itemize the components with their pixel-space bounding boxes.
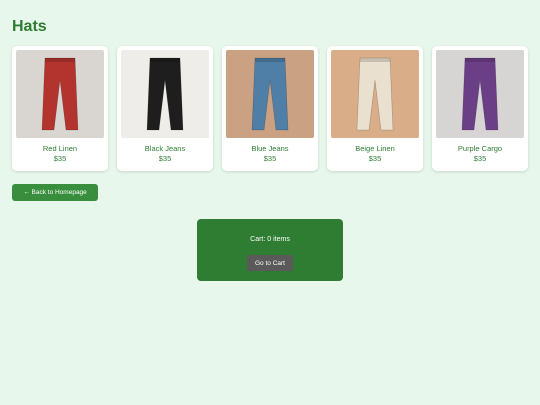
product-price: $35 bbox=[158, 154, 172, 163]
product-image bbox=[16, 50, 104, 138]
go-to-cart-button[interactable]: Go to Cart bbox=[247, 255, 293, 271]
page: Hats Red Linen $35 Black Jeans $35 Blue Jean… bbox=[0, 0, 540, 405]
pants-icon bbox=[436, 50, 524, 138]
page-title: Hats bbox=[12, 18, 47, 35]
cart-status: Cart: 0 items bbox=[250, 236, 290, 243]
product-price: $35 bbox=[263, 154, 277, 163]
product-card[interactable]: Red Linen $35 bbox=[12, 46, 108, 171]
pants-icon bbox=[331, 50, 419, 138]
product-name: Red Linen bbox=[42, 144, 78, 153]
product-name: Black Jeans bbox=[144, 144, 186, 153]
pants-icon bbox=[226, 50, 314, 138]
product-name: Blue Jeans bbox=[251, 144, 289, 153]
product-image bbox=[121, 50, 209, 138]
product-image bbox=[436, 50, 524, 138]
product-card[interactable]: Blue Jeans $35 bbox=[222, 46, 318, 171]
pants-icon bbox=[121, 50, 209, 138]
product-price: $35 bbox=[473, 154, 487, 163]
cart-panel: Cart: 0 items Go to Cart bbox=[197, 219, 343, 281]
product-image bbox=[226, 50, 314, 138]
product-card[interactable]: Beige Linen $35 bbox=[327, 46, 423, 171]
product-name: Purple Cargo bbox=[457, 144, 503, 153]
product-card[interactable]: Black Jeans $35 bbox=[117, 46, 213, 171]
product-name: Beige Linen bbox=[355, 144, 395, 153]
back-to-homepage-button[interactable]: ← Back to Homepage bbox=[12, 184, 98, 201]
product-card[interactable]: Purple Cargo $35 bbox=[432, 46, 528, 171]
product-price: $35 bbox=[368, 154, 382, 163]
product-price: $35 bbox=[53, 154, 67, 163]
pants-icon bbox=[16, 50, 104, 138]
product-image bbox=[331, 50, 419, 138]
product-grid: Red Linen $35 Black Jeans $35 Blue Jeans $35 B… bbox=[12, 46, 528, 171]
